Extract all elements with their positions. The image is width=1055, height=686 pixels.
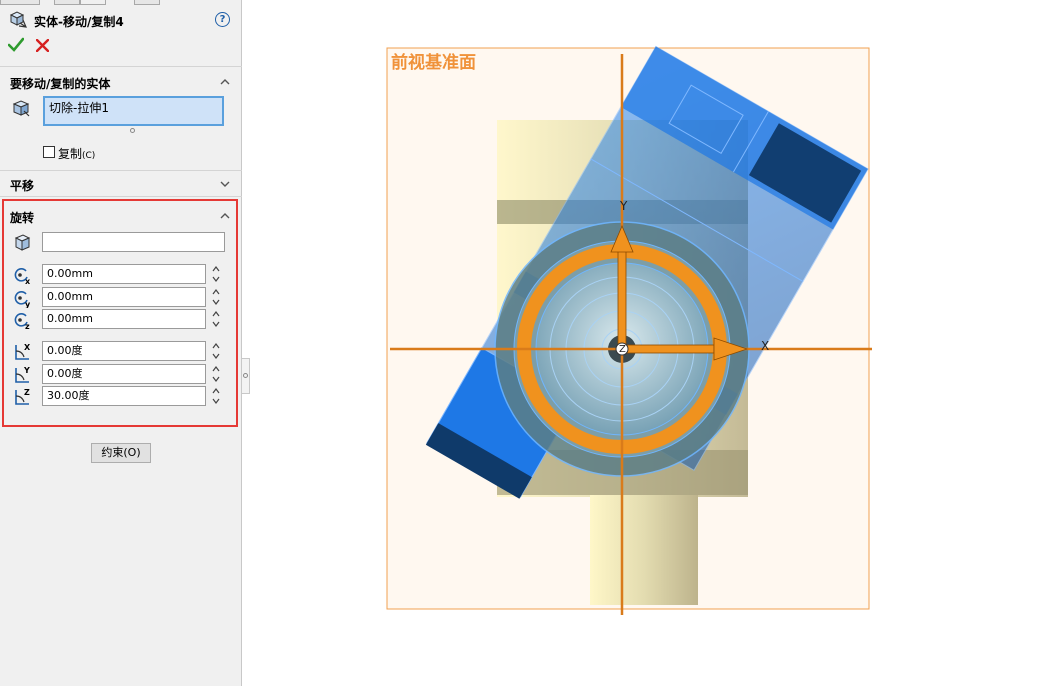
triad-z-label: Z: [619, 344, 626, 355]
rotate-group-header[interactable]: 旋转: [10, 209, 34, 226]
property-manager-panel: 实体-移动/复制4 ? 要移动/复制的实体 切除-拉伸1 复制(C) 平移 旋转: [0, 0, 242, 686]
rotation-center-x-icon: x: [14, 268, 31, 285]
spin-arrows-icon[interactable]: [211, 386, 221, 406]
rotation-reference-icon: [14, 234, 31, 251]
panel-tabs[interactable]: [0, 0, 242, 6]
rotation-center-z-icon: z: [14, 313, 30, 330]
chevron-up-icon[interactable]: [219, 210, 231, 222]
tab-configuration[interactable]: [80, 0, 106, 5]
rotate-angle-x-field[interactable]: 0.00度: [42, 341, 206, 361]
spin-arrows-icon[interactable]: [211, 287, 221, 307]
spin-arrows-icon[interactable]: [211, 264, 221, 284]
rotation-center-z-field[interactable]: 0.00mm: [42, 309, 206, 329]
cancel-x-icon[interactable]: [36, 39, 49, 52]
plane-label: 前视基准面: [391, 52, 476, 73]
bodies-group-header[interactable]: 要移动/复制的实体: [10, 75, 110, 92]
move-copy-body-icon: [9, 11, 27, 28]
triad-y-arrow[interactable]: [617, 247, 627, 347]
help-icon[interactable]: ?: [215, 12, 230, 27]
triad-y-label: Y: [619, 199, 628, 213]
rotate-angle-x-icon: X: [15, 343, 31, 360]
splitter-handle: [243, 373, 248, 378]
divider: [0, 170, 242, 171]
rotate-angle-y-icon: Y: [15, 366, 30, 383]
axis-letter: X: [24, 343, 31, 352]
rotation-center-y-icon: y: [14, 291, 31, 308]
spin-arrows-icon[interactable]: [211, 341, 221, 361]
copy-label-shortcut: (C): [82, 151, 96, 161]
rotate-angle-z-field[interactable]: 30.00度: [42, 386, 206, 406]
copy-label-text: 复制: [58, 147, 83, 161]
tab-dimxpert[interactable]: [134, 0, 160, 5]
page-title: 实体-移动/复制4: [34, 15, 124, 29]
tab-propertymanager[interactable]: [54, 0, 80, 5]
bodies-selection-list[interactable]: 切除-拉伸1: [43, 96, 224, 126]
translate-group-header[interactable]: 平移: [10, 177, 34, 194]
panel-splitter[interactable]: [242, 358, 250, 394]
list-resize-handle[interactable]: [130, 128, 135, 133]
chevron-down-icon[interactable]: [219, 178, 231, 190]
copy-checkbox-label[interactable]: 复制(C): [58, 145, 95, 162]
divider: [0, 196, 242, 197]
divider: [0, 66, 242, 67]
ok-check-icon[interactable]: [8, 37, 24, 53]
triad-x-label: X: [761, 339, 769, 353]
spin-arrows-icon[interactable]: [211, 364, 221, 384]
chevron-up-icon[interactable]: [219, 76, 231, 88]
copy-checkbox[interactable]: [43, 146, 55, 158]
body-selection-icon: [12, 100, 30, 117]
triad-x-arrow[interactable]: [625, 344, 715, 354]
graphics-viewport[interactable]: 前视基准面 Y X Z: [250, 0, 1055, 686]
panel-title-row: 实体-移动/复制4 ?: [8, 11, 234, 31]
constraints-button[interactable]: 约束(O): [91, 443, 151, 463]
rotation-reference-field[interactable]: [42, 232, 225, 252]
model-view[interactable]: 前视基准面 Y X Z: [250, 0, 1055, 686]
rotation-center-x-field[interactable]: 0.00mm: [42, 264, 206, 284]
rotation-center-y-field[interactable]: 0.00mm: [42, 287, 206, 307]
spin-arrows-icon[interactable]: [211, 309, 221, 329]
axis-letter: x: [25, 277, 31, 285]
list-item[interactable]: 切除-拉伸1: [49, 99, 218, 116]
axis-letter: Z: [24, 388, 30, 397]
rotate-angle-y-field[interactable]: 0.00度: [42, 364, 206, 384]
tab-featuremanager[interactable]: [0, 0, 40, 5]
axis-letter: z: [25, 322, 30, 330]
axis-letter: y: [25, 300, 31, 308]
rotate-angle-z-icon: Z: [15, 388, 30, 405]
axis-letter: Y: [23, 366, 30, 375]
